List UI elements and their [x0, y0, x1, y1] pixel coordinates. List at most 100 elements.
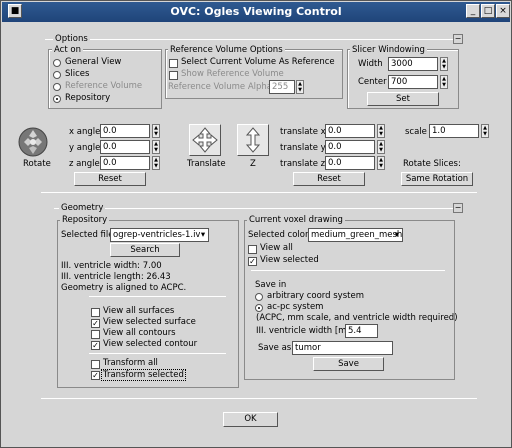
view-selected-surface-checkbox[interactable]: ✓: [91, 319, 100, 328]
reference-alpha-field[interactable]: 255: [269, 80, 295, 94]
scale-label: scale: [405, 127, 427, 137]
translate-x-label: translate x: [280, 127, 326, 137]
general-view-label: General View: [65, 57, 122, 67]
translate-arrows-icon[interactable]: [189, 124, 221, 156]
save-as-label: Save as: [258, 343, 292, 353]
ventricle-width-mm-label: III. ventricle width [mm]: [256, 326, 359, 336]
section-divider: [41, 192, 477, 193]
title-bar[interactable]: OVC: Ogles Viewing Control ■ _ □ ×: [2, 2, 510, 22]
view-all-surfaces-checkbox[interactable]: [91, 308, 100, 317]
slices-label: Slices: [65, 69, 90, 79]
center-label: Center: [358, 77, 387, 87]
selected-file-label: Selected file: [61, 230, 114, 240]
set-button[interactable]: Set: [367, 92, 439, 106]
voxel-divider: [251, 270, 445, 271]
select-current-volume-checkbox[interactable]: [169, 59, 178, 68]
x-angle-spinner[interactable]: ▲ ▼: [152, 124, 160, 138]
show-reference-volume-checkbox[interactable]: [169, 71, 178, 80]
translate-label: Translate: [187, 159, 226, 169]
view-all-surfaces-label: View all surfaces: [103, 306, 175, 316]
translate-z-label: translate z: [280, 159, 326, 169]
reset-translation-button[interactable]: Reset: [293, 172, 365, 186]
reset-rotation-button[interactable]: Reset: [74, 172, 146, 186]
x-angle-field[interactable]: 0.0: [100, 124, 150, 138]
same-rotation-button[interactable]: Same Rotation: [401, 172, 473, 186]
repository-divider: [89, 296, 226, 297]
scale-spinner[interactable]: ▲ ▼: [481, 124, 489, 138]
show-reference-volume-label: Show Reference Volume: [181, 69, 284, 79]
translate-y-field[interactable]: 0.0: [325, 140, 375, 154]
width-label: Width: [358, 59, 383, 69]
ovc-window: OVC: Ogles Viewing Control ■ _ □ × Optio…: [0, 0, 512, 448]
window-title: OVC: Ogles Viewing Control: [170, 5, 342, 18]
acpc-system-radio[interactable]: [255, 304, 263, 312]
repository-legend: Repository: [60, 215, 110, 225]
translate-x-field[interactable]: 0.0: [325, 124, 375, 138]
view-selected-contour-checkbox[interactable]: ✓: [91, 341, 100, 350]
save-in-label: Save in: [255, 280, 287, 290]
search-button[interactable]: Search: [110, 243, 180, 257]
y-angle-field[interactable]: 0.0: [100, 140, 150, 154]
acpc-note: (ACPC, mm scale, and ventricle width req…: [256, 313, 458, 323]
geometry-collapse-icon[interactable]: −: [453, 203, 463, 213]
options-collapse-icon[interactable]: −: [453, 34, 463, 44]
select-current-volume-label: Select Current Volume As Reference: [181, 57, 335, 67]
view-all-checkbox[interactable]: [248, 245, 257, 254]
arbitrary-coord-radio[interactable]: [255, 293, 263, 301]
view-all-label: View all: [260, 243, 293, 253]
center-field[interactable]: 700: [388, 75, 438, 89]
arbitrary-coord-label: arbitrary coord system: [267, 291, 364, 301]
y-angle-spinner[interactable]: ▲ ▼: [152, 140, 160, 154]
selected-color-dropdown[interactable]: medium_green_mesh: [308, 228, 403, 242]
geometry-divider: [54, 208, 463, 209]
selected-file-dropdown[interactable]: ogrep-ventricles-1.iv: [110, 228, 209, 242]
scale-field[interactable]: 1.0: [429, 124, 479, 138]
view-selected-checkbox[interactable]: ✓: [248, 257, 257, 266]
translate-y-spinner[interactable]: ▲ ▼: [377, 140, 385, 154]
acpc-system-label: ac-pc system: [267, 302, 324, 312]
ventricle-width-mm-field[interactable]: 5.4: [345, 324, 378, 338]
rotate-label: Rotate: [23, 159, 51, 169]
repository-radio[interactable]: [53, 95, 61, 103]
options-legend: Options: [53, 34, 90, 44]
rotate-slices-label: Rotate Slices:: [403, 159, 461, 169]
transform-selected-checkbox[interactable]: ✓: [91, 371, 100, 380]
maximize-icon[interactable]: □: [481, 4, 495, 18]
reference-alpha-spinner[interactable]: ▲ ▼: [296, 80, 304, 94]
center-spinner[interactable]: ▲ ▼: [440, 75, 448, 89]
view-all-contours-checkbox[interactable]: [91, 330, 100, 339]
general-view-radio[interactable]: [53, 59, 61, 67]
reference-volume-label: Reference Volume: [65, 81, 143, 91]
slicer-windowing-legend: Slicer Windowing: [350, 45, 427, 55]
options-divider: [45, 39, 462, 40]
transform-all-label: Transform all: [103, 358, 158, 368]
z-angle-label: z angle: [69, 159, 100, 169]
translate-z-field[interactable]: 0.0: [325, 156, 375, 170]
z-arrow-icon[interactable]: [237, 124, 269, 156]
width-field[interactable]: 3000: [388, 57, 438, 71]
save-button[interactable]: Save: [313, 357, 384, 371]
ventricle-length-text: III. ventricle length: 26.43: [61, 272, 171, 282]
z-label: Z: [250, 159, 256, 169]
z-angle-spinner[interactable]: ▲ ▼: [152, 156, 160, 170]
reference-alpha-label: Reference Volume Alpha: [168, 82, 272, 92]
width-spinner[interactable]: ▲ ▼: [440, 57, 448, 71]
view-selected-surface-label: View selected surface: [103, 317, 196, 327]
view-selected-label: View selected: [260, 255, 319, 265]
act-on-legend: Act on: [52, 45, 83, 55]
transform-all-checkbox[interactable]: [91, 360, 100, 369]
z-angle-field[interactable]: 0.0: [100, 156, 150, 170]
selected-color-label: Selected color: [248, 230, 309, 240]
translate-z-spinner[interactable]: ▲ ▼: [377, 156, 385, 170]
repository-label: Repository: [65, 93, 111, 103]
reference-volume-radio[interactable]: [53, 83, 61, 91]
rotate-sphere-icon[interactable]: [17, 126, 49, 158]
slices-radio[interactable]: [53, 71, 61, 79]
window-menu-icon[interactable]: ■: [8, 4, 22, 18]
close-icon[interactable]: ×: [496, 4, 510, 18]
minimize-icon[interactable]: _: [466, 4, 480, 18]
translate-x-spinner[interactable]: ▲ ▼: [377, 124, 385, 138]
save-as-field[interactable]: tumor: [292, 341, 393, 355]
ok-button[interactable]: OK: [223, 412, 278, 427]
geometry-aligned-text: Geometry is aligned to ACPC.: [61, 283, 187, 293]
